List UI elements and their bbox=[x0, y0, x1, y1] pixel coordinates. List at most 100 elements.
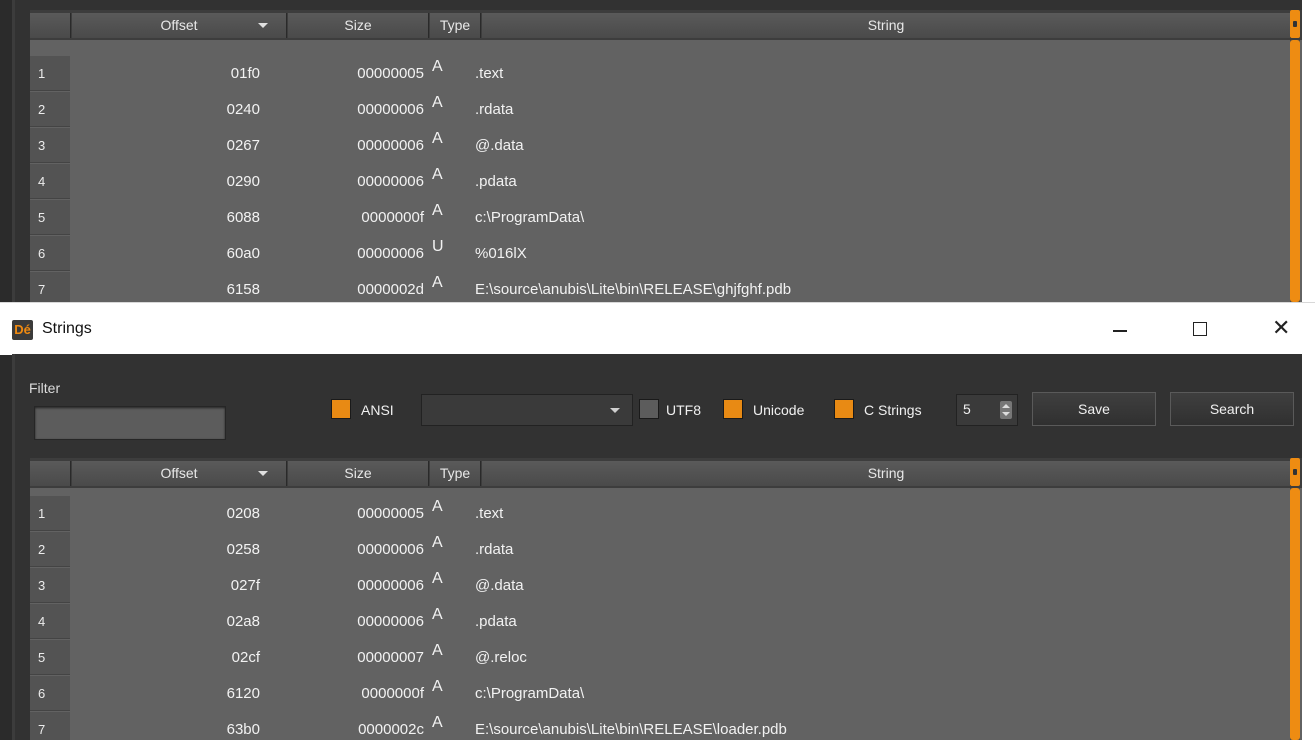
column-header-size[interactable]: Size bbox=[288, 13, 429, 38]
table-row[interactable]: 7 6158 0000002d A E:\source\anubis\Lite\bin\… bbox=[30, 272, 1290, 302]
scrollbar-thumb[interactable] bbox=[1290, 40, 1300, 302]
table-row[interactable]: 1 01f0 00000005 A .text bbox=[30, 56, 1290, 92]
window-title-bar[interactable]: Dé Strings ✕ bbox=[0, 302, 1315, 355]
cell-string: c:\ProgramData\ bbox=[475, 685, 585, 702]
column-header-offset-label: Offset bbox=[160, 17, 198, 33]
cell-offset: 0267 bbox=[226, 137, 260, 154]
cell-size: 00000006 bbox=[357, 101, 424, 118]
table-row[interactable]: 5 02cf 00000007 A @.reloc bbox=[30, 640, 1290, 676]
table-row[interactable]: 3 027f 00000006 A @.data bbox=[30, 568, 1290, 604]
cell-offset: 60a0 bbox=[226, 245, 260, 262]
ansi-checkbox[interactable] bbox=[331, 399, 351, 419]
column-header-offset[interactable]: Offset bbox=[72, 13, 287, 38]
min-length-spinbox[interactable]: 5 bbox=[956, 394, 1018, 426]
cell-offset: 0290 bbox=[226, 173, 260, 190]
column-header-type[interactable]: Type bbox=[430, 13, 481, 38]
ansi-label: ANSI bbox=[361, 402, 394, 418]
row-number: 7 bbox=[30, 712, 70, 740]
cell-offset: 6088 bbox=[226, 209, 260, 226]
vertical-scrollbar[interactable] bbox=[1290, 40, 1300, 302]
cell-size: 00000006 bbox=[357, 577, 424, 594]
c-strings-checkbox[interactable] bbox=[834, 399, 854, 419]
unicode-checkbox[interactable] bbox=[723, 399, 743, 419]
cell-type: A bbox=[432, 166, 443, 183]
table-row[interactable]: 2 0258 00000006 A .rdata bbox=[30, 532, 1290, 568]
table-row[interactable]: 7 63b0 0000002c A E:\source\anubis\Lite\bin\… bbox=[30, 712, 1290, 740]
utf8-checkbox[interactable] bbox=[639, 399, 659, 419]
sort-descending-icon bbox=[258, 471, 268, 476]
cell-size: 00000007 bbox=[357, 649, 424, 666]
cell-string: .text bbox=[475, 505, 504, 522]
cell-string: .rdata bbox=[475, 541, 514, 558]
cell-type: A bbox=[432, 534, 443, 551]
column-header-type-label: Type bbox=[439, 465, 471, 481]
cell-type: A bbox=[432, 58, 443, 75]
vertical-scrollbar[interactable] bbox=[1290, 488, 1300, 740]
table-row[interactable]: 2 0240 00000006 A .rdata bbox=[30, 92, 1290, 128]
cell-type: A bbox=[432, 678, 443, 695]
table-row[interactable]: 3 0267 00000006 A @.data bbox=[30, 128, 1290, 164]
scroll-corner-button[interactable] bbox=[1290, 458, 1300, 486]
sort-descending-icon bbox=[258, 23, 268, 28]
chevron-down-icon bbox=[610, 408, 620, 413]
spin-up-icon[interactable] bbox=[1002, 404, 1010, 408]
column-header-string-label: String bbox=[867, 17, 905, 33]
spin-down-icon[interactable] bbox=[1002, 412, 1010, 416]
filter-label: Filter bbox=[29, 380, 61, 396]
cell-size: 00000006 bbox=[357, 541, 424, 558]
column-header-size-label: Size bbox=[344, 465, 372, 481]
cell-offset: 63b0 bbox=[226, 721, 260, 738]
corner-cell bbox=[30, 461, 71, 486]
row-number: 6 bbox=[30, 676, 70, 711]
min-length-value: 5 bbox=[963, 401, 971, 417]
filter-input[interactable] bbox=[34, 406, 226, 440]
column-header-string[interactable]: String bbox=[482, 461, 1291, 486]
app-logo-icon: Dé bbox=[12, 320, 33, 340]
spin-buttons[interactable] bbox=[1000, 401, 1012, 419]
cell-offset: 02cf bbox=[231, 649, 260, 666]
encoding-dropdown[interactable] bbox=[421, 394, 633, 426]
maximize-button[interactable] bbox=[1177, 311, 1223, 347]
cell-type: A bbox=[432, 606, 443, 623]
cell-size: 00000006 bbox=[357, 137, 424, 154]
cell-string: E:\source\anubis\Lite\bin\RELEASE\loader… bbox=[475, 721, 787, 738]
filter-toolbar: Filter ANSI UTF8 Unicode C Strings 5 Sav… bbox=[12, 354, 1302, 454]
table-row[interactable]: 5 6088 0000000f Ac:\ProgramData\ bbox=[30, 200, 1290, 236]
column-header-offset[interactable]: Offset bbox=[72, 461, 287, 486]
scroll-corner-button[interactable] bbox=[1290, 10, 1300, 38]
table-row[interactable]: 6 6120 0000000f Ac:\ProgramData\ bbox=[30, 676, 1290, 712]
close-button[interactable]: ✕ bbox=[1258, 311, 1304, 347]
save-button[interactable]: Save bbox=[1032, 392, 1156, 426]
search-button[interactable]: Search bbox=[1170, 392, 1294, 426]
cell-string: c:\ProgramData\ bbox=[475, 209, 585, 226]
row-number: 3 bbox=[30, 128, 70, 163]
window-title: Strings bbox=[42, 320, 92, 337]
left-border bbox=[12, 0, 15, 302]
column-header-string-label: String bbox=[867, 465, 905, 481]
row-number: 5 bbox=[30, 640, 70, 675]
cell-size: 00000006 bbox=[357, 173, 424, 190]
row-number: 2 bbox=[30, 532, 70, 567]
cell-type: A bbox=[432, 642, 443, 659]
minimize-button[interactable] bbox=[1097, 311, 1143, 347]
table-row[interactable]: 4 02a8 00000006 A .pdata bbox=[30, 604, 1290, 640]
cell-size: 00000005 bbox=[357, 505, 424, 522]
cell-size: 0000002d bbox=[357, 281, 424, 298]
cell-type: A bbox=[432, 714, 443, 731]
row-number: 1 bbox=[30, 496, 70, 531]
table-row[interactable]: 4 0290 00000006 A .pdata bbox=[30, 164, 1290, 200]
cell-offset: 02a8 bbox=[226, 613, 260, 630]
table-header: Offset Size Type String bbox=[30, 458, 1302, 488]
table-row[interactable]: 6 60a0 00000006 U %016lX bbox=[30, 236, 1290, 272]
column-header-string[interactable]: String bbox=[482, 13, 1291, 38]
column-header-size[interactable]: Size bbox=[288, 461, 429, 486]
cell-size: 0000000f bbox=[361, 685, 424, 702]
column-header-type[interactable]: Type bbox=[430, 461, 481, 486]
row-number: 4 bbox=[30, 164, 70, 199]
table-row[interactable]: 1 0208 00000005 A .text bbox=[30, 496, 1290, 532]
cell-size: 00000006 bbox=[357, 245, 424, 262]
cell-string: .rdata bbox=[475, 101, 514, 118]
cell-size: 00000005 bbox=[357, 65, 424, 82]
scrollbar-thumb[interactable] bbox=[1290, 488, 1300, 740]
row-number: 6 bbox=[30, 236, 70, 271]
